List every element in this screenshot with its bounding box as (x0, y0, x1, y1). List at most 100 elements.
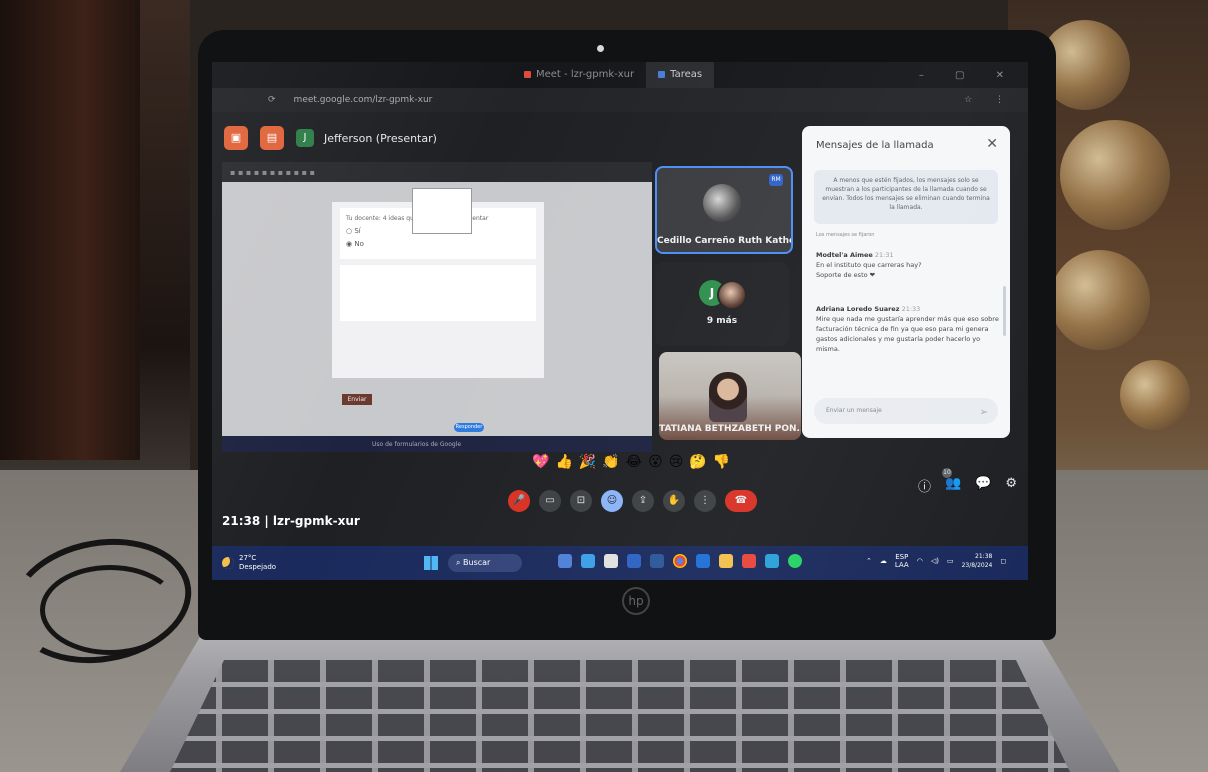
brave-icon[interactable] (742, 554, 756, 568)
reload-icon[interactable]: ⟳ (212, 95, 294, 105)
outlook-icon[interactable] (627, 554, 641, 568)
participant-name: TATIANA BETHZABETH PON... (659, 424, 801, 434)
message-text: Mire que nada me gustaría aprender más q… (816, 315, 999, 353)
hp-logo: hp (622, 587, 650, 615)
volume-icon[interactable]: ◁) (931, 557, 939, 565)
wifi-icon[interactable]: ◠ (917, 557, 923, 565)
reaction-bar: 💖👍🎉👏😂😮😢🤔👎 (532, 454, 736, 470)
side-controls: ⓘ 👥 10 💬 ⚙ (918, 468, 1017, 495)
call-controls: 🎤 ▭ ⊡ ☺ ⇪ ✋ ⋮ ☎ (508, 490, 757, 512)
window-controls[interactable]: – ▢ ✕ (919, 70, 1028, 81)
participant-badge: RM (769, 174, 783, 186)
send-icon[interactable]: ➢ (980, 407, 988, 418)
people-count-badge: 10 (942, 468, 952, 478)
reaction-thumbs-down[interactable]: 👎 (713, 454, 736, 470)
participant-tile[interactable]: RM Cedillo Carreño Ruth Katheri... (655, 166, 793, 254)
chat-panel: Mensajes de la llamada ✕ A menos que est… (802, 126, 1010, 438)
people-icon[interactable]: 👥 (945, 476, 961, 495)
participant-group-tile[interactable]: J 9 más (655, 262, 789, 346)
curtain (0, 0, 140, 460)
decorative-ornament (1120, 360, 1190, 430)
notification-icon[interactable]: ◻ (1000, 557, 1006, 565)
stop-presenting-button[interactable]: ▣ (224, 126, 248, 150)
chevron-up-icon[interactable]: ⌃ (866, 557, 872, 565)
info-icon[interactable]: ⓘ (918, 476, 931, 495)
form-option-no: ◉ No (346, 240, 364, 248)
reaction-party[interactable]: 🎉 (579, 454, 602, 470)
layout-button[interactable]: ▤ (260, 126, 284, 150)
tasks-favicon-icon (658, 70, 666, 78)
presented-blue-pill: Responder (454, 423, 484, 432)
edge-icon[interactable] (581, 554, 595, 568)
chat-icon[interactable]: 💬 (975, 476, 991, 495)
windows-taskbar: 27°C Despejado ⌕ Buscar ⌃ ☁ ESP LAA ◠ ◁)… (212, 546, 1028, 580)
message-text: Soporte de esto ❤ (816, 271, 876, 279)
app-icon[interactable] (696, 554, 710, 568)
taskbar-search[interactable]: ⌕ Buscar (448, 554, 522, 572)
onedrive-icon[interactable]: ☁ (880, 557, 887, 565)
temperature: 27°C (239, 554, 257, 562)
camera-button[interactable]: ▭ (539, 490, 561, 512)
battery-icon[interactable]: ▭ (947, 557, 954, 565)
moon-icon (222, 557, 234, 569)
taskbar-apps (558, 554, 802, 568)
mic-off-button[interactable]: 🎤 (508, 490, 530, 512)
reaction-thinking[interactable]: 🤔 (689, 454, 712, 470)
tab-meet[interactable]: Meet - lzr-gpmk-xur (512, 62, 646, 88)
activities-icon[interactable]: ⚙ (1005, 476, 1017, 495)
keyboard-rows (170, 660, 1070, 772)
chat-message: Modtel'a Aimee 21:31 En el instituto que… (816, 250, 1000, 280)
store-icon[interactable] (604, 554, 618, 568)
language-indicator[interactable]: ESP LAA (895, 553, 909, 569)
presented-bottom-text: Uso de formularios de Google (372, 440, 462, 448)
chat-input[interactable]: Enviar un mensaje (814, 398, 998, 424)
more-options-button[interactable]: ⋮ (694, 490, 716, 512)
chat-message: Adriana Loredo Suarez 21:33 Mire que nad… (816, 304, 1000, 354)
search-label: Buscar (463, 558, 491, 567)
laptop-screen: Meet - lzr-gpmk-xur Tareas – ▢ ✕ ⟳ meet.… (212, 62, 1028, 580)
chat-title: Mensajes de la llamada (816, 140, 934, 151)
app-icon[interactable] (765, 554, 779, 568)
reaction-thumbs-up[interactable]: 👍 (555, 454, 578, 470)
browser-menu-icon[interactable]: ☆ ⋮ (964, 95, 1028, 105)
taskbar-clock[interactable]: 21:38 23/8/2024 (962, 552, 993, 570)
weather-widget[interactable]: 27°C Despejado (222, 554, 276, 572)
clock-time: 21:38 (975, 553, 993, 560)
raise-hand-button[interactable]: ✋ (663, 490, 685, 512)
word-icon[interactable] (650, 554, 664, 568)
reaction-heart[interactable]: 💖 (532, 454, 555, 470)
address-bar: ⟳ meet.google.com/lzr-gpmk-xur ☆ ⋮ (212, 88, 1028, 112)
decorative-ornament (1050, 250, 1150, 350)
reaction-clap[interactable]: 👏 (602, 454, 625, 470)
presented-popup (412, 188, 472, 234)
close-icon[interactable]: ✕ (986, 136, 998, 152)
option-label: No (354, 240, 364, 248)
presenter-avatar: J (296, 129, 314, 147)
meet-favicon-icon (524, 70, 531, 78)
reaction-sad[interactable]: 😢 (669, 454, 690, 470)
file-explorer-icon[interactable] (719, 554, 733, 568)
option-label: Sí (354, 227, 361, 235)
present-button[interactable]: ⇪ (632, 490, 654, 512)
whatsapp-icon[interactable] (788, 554, 802, 568)
self-view-tile[interactable]: TATIANA BETHZABETH PON... (659, 352, 801, 440)
url-text[interactable]: meet.google.com/lzr-gpmk-xur (294, 95, 433, 105)
message-text: En el instituto que carreras hay? (816, 261, 922, 269)
tab-label: Tareas (670, 69, 703, 80)
participant-avatar (703, 184, 741, 222)
meet-header: ▣ ▤ J Jefferson (Presentar) (212, 118, 792, 158)
power-cable (40, 565, 180, 655)
message-time: 21:33 (901, 305, 921, 313)
reaction-laugh[interactable]: 😂 (626, 454, 648, 470)
end-call-button[interactable]: ☎ (725, 490, 757, 512)
reaction-surprised[interactable]: 😮 (648, 454, 669, 470)
chrome-icon[interactable] (673, 554, 687, 568)
windows-start-icon[interactable] (424, 556, 438, 570)
emoji-button[interactable]: ☺ (601, 490, 623, 512)
decorative-ornament (1060, 120, 1170, 230)
presented-toolbar: ▪ ▪ ▪ ▪ ▪ ▪ ▪ ▪ ▪ ▪ ▪ (222, 162, 652, 182)
tab-tareas[interactable]: Tareas (646, 62, 715, 88)
chat-scrollbar[interactable] (1003, 286, 1006, 336)
teams-icon[interactable] (558, 554, 572, 568)
captions-button[interactable]: ⊡ (570, 490, 592, 512)
